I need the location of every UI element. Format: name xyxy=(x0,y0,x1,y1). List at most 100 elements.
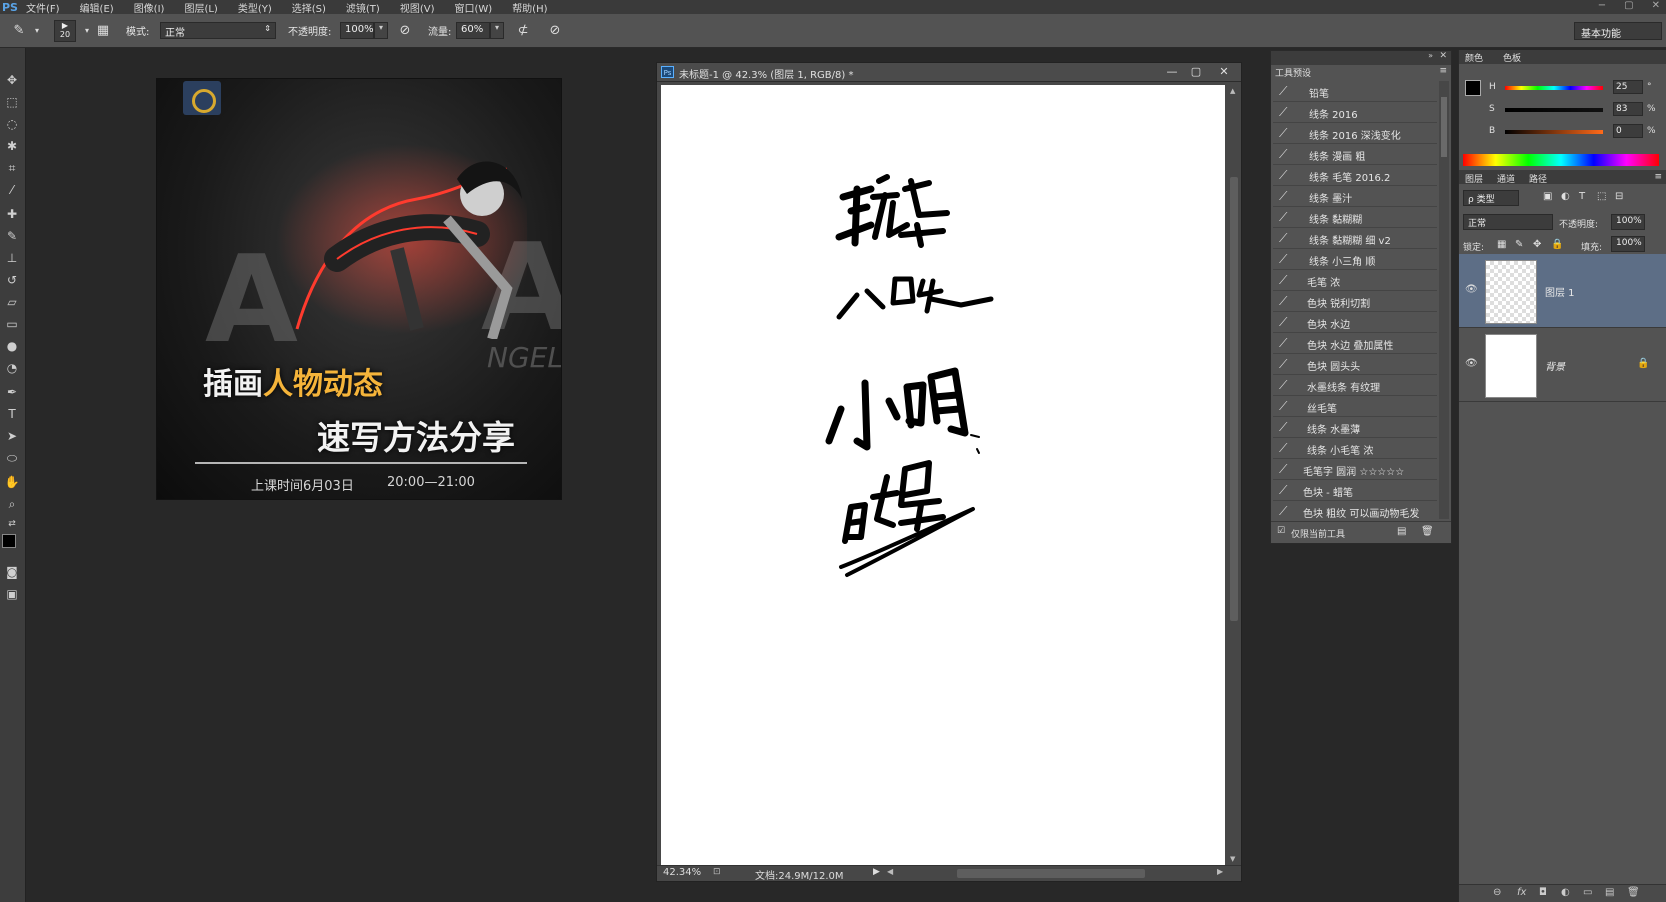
mode-select[interactable]: 正常 ⇕ xyxy=(160,22,276,39)
quick-mask-icon[interactable]: ◙ xyxy=(2,562,22,582)
app-close-button[interactable]: ✕ xyxy=(1652,0,1660,11)
flow-dropdown-button[interactable]: ▾ xyxy=(490,22,504,39)
lock-position-icon[interactable]: ✥ xyxy=(1533,239,1541,250)
menu-image[interactable]: 图像(I) xyxy=(134,0,165,15)
preset-item[interactable]: ⟋ 色块 粗纹 可以画动物毛发 xyxy=(1273,501,1437,522)
menu-select[interactable]: 选择(S) xyxy=(292,0,326,15)
preset-item[interactable]: ⟋ 毛笔 浓 xyxy=(1273,270,1437,291)
gradient-tool-icon[interactable]: ▭ xyxy=(2,314,22,334)
pen-tool-icon[interactable]: ✒ xyxy=(2,382,22,402)
marquee-tool-icon[interactable]: ⬚ xyxy=(2,92,22,112)
preset-item[interactable]: ⟋ 水墨线条 有纹理 xyxy=(1273,375,1437,396)
move-tool-icon[interactable]: ✥ xyxy=(2,70,22,90)
tab-layers[interactable]: 图层 xyxy=(1461,171,1487,185)
fx-icon[interactable]: fx xyxy=(1517,887,1526,898)
menu-type[interactable]: 类型(Y) xyxy=(238,0,272,15)
preset-item[interactable]: ⟋ 色块 水边 叠加属性 xyxy=(1273,333,1437,354)
workspace-select[interactable]: 基本功能 xyxy=(1574,22,1662,40)
adjustment-layer-icon[interactable]: ◐ xyxy=(1561,887,1570,898)
swap-colors-icon[interactable]: ⇄ xyxy=(2,514,22,534)
panel-menu-icon[interactable]: ≡ xyxy=(1654,172,1662,182)
panel-header[interactable]: » ✕ xyxy=(1271,51,1451,65)
menu-help[interactable]: 帮助(H) xyxy=(512,0,547,15)
brightness-value[interactable]: 0 xyxy=(1613,124,1643,138)
layer-name[interactable]: 图层 1 xyxy=(1545,284,1575,299)
tool-preset-dropdown-icon[interactable]: ▾ xyxy=(28,22,46,40)
hue-slider[interactable] xyxy=(1505,86,1603,90)
vertical-scroll-thumb[interactable] xyxy=(1230,177,1238,621)
preset-item[interactable]: ⟋ 线条 墨汁 xyxy=(1273,186,1437,207)
app-minimize-button[interactable]: − xyxy=(1598,0,1606,11)
vertical-scrollbar[interactable]: ▲ ▼ xyxy=(1228,85,1240,865)
preset-item[interactable]: ⟋ 丝毛笔 xyxy=(1273,396,1437,417)
tab-channels[interactable]: 通道 xyxy=(1493,171,1519,185)
add-mask-icon[interactable]: ◘ xyxy=(1539,887,1547,898)
eraser-tool-icon[interactable]: ▱ xyxy=(2,292,22,312)
status-menu-arrow-icon[interactable]: ▶ xyxy=(873,867,880,877)
fill-input[interactable]: 100% xyxy=(1611,236,1645,252)
filter-pixel-icon[interactable]: ▣ xyxy=(1543,191,1552,202)
filter-type-icon[interactable]: T xyxy=(1579,191,1585,202)
tab-color[interactable]: 颜色 xyxy=(1461,50,1487,64)
lock-all-icon[interactable]: 🔒 xyxy=(1551,239,1563,250)
preset-item[interactable]: ⟋ 铅笔 xyxy=(1273,81,1437,102)
clone-stamp-tool-icon[interactable]: ⊥ xyxy=(2,248,22,268)
document-titlebar[interactable]: Ps 未标题-1 @ 42.3% (图层 1, RGB/8) * — ▢ ✕ xyxy=(657,63,1241,82)
filter-smart-object-icon[interactable]: ⊟ xyxy=(1615,191,1623,202)
zoom-tool-icon[interactable]: ⌕ xyxy=(2,494,22,514)
status-share-icon[interactable]: ⊡ xyxy=(713,867,721,877)
blend-mode-select[interactable]: 正常 xyxy=(1463,214,1553,230)
dodge-tool-icon[interactable]: ◔ xyxy=(2,358,22,378)
lasso-tool-icon[interactable]: ◌ xyxy=(2,114,22,134)
checkbox-checked-icon[interactable]: ☑ xyxy=(1277,526,1285,536)
tab-tool-presets[interactable]: 工具预设 xyxy=(1271,65,1321,79)
preset-item[interactable]: ⟋ 线条 水墨薄 xyxy=(1273,417,1437,438)
layer-filter-select[interactable]: ρ 类型 xyxy=(1463,190,1519,206)
preset-item[interactable]: ⟋ 色块 水边 xyxy=(1273,312,1437,333)
scroll-left-icon[interactable]: ◀ xyxy=(887,867,893,876)
collapse-icon[interactable]: » xyxy=(1428,51,1433,60)
close-panel-icon[interactable]: ✕ xyxy=(1439,51,1447,61)
menu-file[interactable]: 文件(F) xyxy=(26,0,60,15)
hue-value[interactable]: 25 xyxy=(1613,80,1643,94)
preset-item[interactable]: ⟋ 色块 锐利切割 xyxy=(1273,291,1437,312)
panel-header[interactable] xyxy=(1459,170,1666,184)
menu-edit[interactable]: 编辑(E) xyxy=(80,0,114,15)
panel-header[interactable] xyxy=(1459,50,1666,64)
preset-item[interactable]: ⟋ 毛笔字 圆润 ☆☆☆☆☆ xyxy=(1273,459,1437,480)
tab-paths[interactable]: 路径 xyxy=(1525,171,1551,185)
brush-tool-icon[interactable]: ✎ xyxy=(10,22,28,40)
scroll-right-icon[interactable]: ▶ xyxy=(1217,867,1223,876)
path-selection-tool-icon[interactable]: ➤ xyxy=(2,426,22,446)
app-maximize-button[interactable]: ▢ xyxy=(1624,0,1633,11)
new-preset-icon[interactable]: ▤ xyxy=(1397,526,1406,537)
drawing-canvas[interactable] xyxy=(661,85,1225,865)
layer-opacity-input[interactable]: 100% xyxy=(1611,214,1645,230)
menu-filter[interactable]: 滤镜(T) xyxy=(346,0,380,15)
brush-panel-toggle-icon[interactable]: ▦ xyxy=(94,22,112,40)
opacity-dropdown-button[interactable]: ▾ xyxy=(374,22,388,39)
delete-preset-icon[interactable]: 🗑 xyxy=(1421,526,1434,537)
delete-layer-icon[interactable]: 🗑 xyxy=(1627,887,1640,898)
preset-item[interactable]: ⟋ 色块 - 蜡笔 xyxy=(1273,480,1437,501)
close-icon[interactable]: ✕ xyxy=(1215,65,1233,79)
preset-item[interactable]: ⟋ 线条 黏糊糊 xyxy=(1273,207,1437,228)
magic-wand-tool-icon[interactable]: ✱ xyxy=(2,136,22,156)
preset-item[interactable]: ⟋ 线条 小三角 顺 xyxy=(1273,249,1437,270)
healing-brush-tool-icon[interactable]: ✚ xyxy=(2,204,22,224)
eyedropper-tool-icon[interactable]: ⁄ xyxy=(2,180,22,200)
preset-item[interactable]: ⟋ 线条 黏糊糊 细 v2 xyxy=(1273,228,1437,249)
hand-tool-icon[interactable]: ✋ xyxy=(2,472,22,492)
blur-tool-icon[interactable]: ● xyxy=(2,336,22,356)
maximize-icon[interactable]: ▢ xyxy=(1187,65,1205,79)
horizontal-scroll-thumb[interactable] xyxy=(957,869,1145,878)
airbrush-icon[interactable]: ⊄ xyxy=(514,22,532,40)
brightness-slider[interactable] xyxy=(1505,130,1603,134)
foreground-color-swatch[interactable] xyxy=(1465,80,1481,96)
scroll-down-icon[interactable]: ▼ xyxy=(1230,855,1235,863)
saturation-slider[interactable] xyxy=(1505,108,1603,112)
new-layer-icon[interactable]: ▤ xyxy=(1605,887,1614,898)
lock-image-icon[interactable]: ✎ xyxy=(1515,239,1523,250)
layer-row-background[interactable]: 👁 背景 🔒 xyxy=(1459,328,1666,402)
color-spectrum-ramp[interactable] xyxy=(1463,154,1659,166)
